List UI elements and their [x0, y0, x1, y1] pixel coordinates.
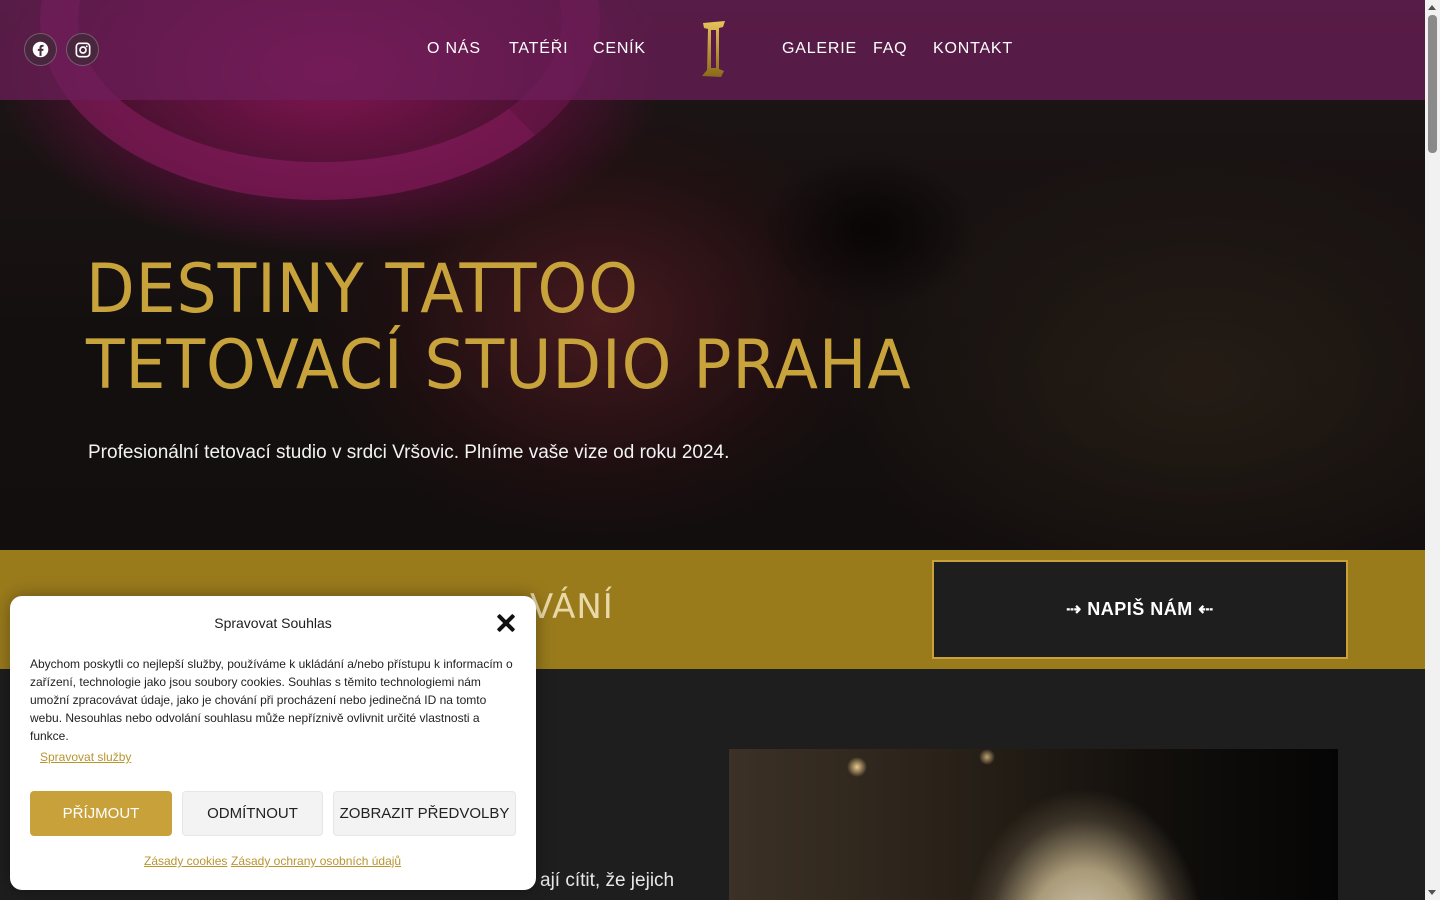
band-heading: VÁNÍ	[530, 587, 614, 627]
accept-button[interactable]: PŘÍJMOUT	[30, 791, 172, 836]
scroll-down-arrow-icon[interactable]	[1428, 890, 1436, 895]
cookie-consent-dialog: Spravovat Souhlas Abychom poskytli co ne…	[10, 596, 536, 890]
cookie-dialog-title: Spravovat Souhlas	[214, 615, 332, 631]
page-scrollbar[interactable]	[1425, 0, 1440, 900]
privacy-policy-link[interactable]: Zásady ochrany osobních údajů	[231, 854, 401, 868]
view-preferences-button[interactable]: ZOBRAZIT PŘEDVOLBY	[333, 791, 516, 836]
artist-photo	[729, 749, 1338, 900]
nav-item-faq[interactable]: FAQ	[873, 40, 907, 60]
scrollbar-thumb[interactable]	[1428, 15, 1437, 153]
close-icon[interactable]	[496, 613, 516, 633]
site-header: O NÁS TATÉŘI CENÍK GALERIE FAQ KONTAKT	[0, 0, 1425, 100]
contact-us-button[interactable]: ⇢ NAPIŠ NÁM ⇠	[932, 560, 1348, 659]
nav-item-galerie[interactable]: GALERIE	[782, 40, 857, 60]
hero-title: DESTINY TATTOO TETOVACÍ STUDIO PRAHA	[86, 252, 912, 404]
instagram-link[interactable]	[66, 33, 99, 66]
manage-services-link[interactable]: Spravovat služby	[40, 750, 131, 764]
nav-item-tateri[interactable]: TATÉŘI	[509, 40, 568, 60]
nav-item-cenik[interactable]: CENÍK	[593, 40, 646, 60]
nav-item-o-nas[interactable]: O NÁS	[427, 40, 481, 60]
instagram-icon	[75, 42, 90, 57]
hero-title-line-1: DESTINY TATTOO	[86, 250, 639, 329]
destiny-logo-icon[interactable]	[699, 19, 729, 79]
scroll-up-arrow-icon[interactable]	[1428, 5, 1436, 10]
facebook-icon	[32, 41, 49, 58]
facebook-link[interactable]	[24, 33, 57, 66]
nav-item-kontakt[interactable]: KONTAKT	[933, 40, 1013, 60]
hero-title-line-2: TETOVACÍ STUDIO PRAHA	[86, 326, 912, 405]
about-text: ají cítit, že jejich	[540, 870, 675, 891]
cookie-dialog-body: Abychom poskytli co nejlepší služby, pou…	[30, 657, 513, 743]
hero-subtitle: Profesionální tetovací studio v srdci Vr…	[88, 442, 730, 463]
deny-button[interactable]: ODMÍTNOUT	[182, 791, 323, 836]
cookie-policy-link[interactable]: Zásady cookies	[144, 854, 227, 868]
